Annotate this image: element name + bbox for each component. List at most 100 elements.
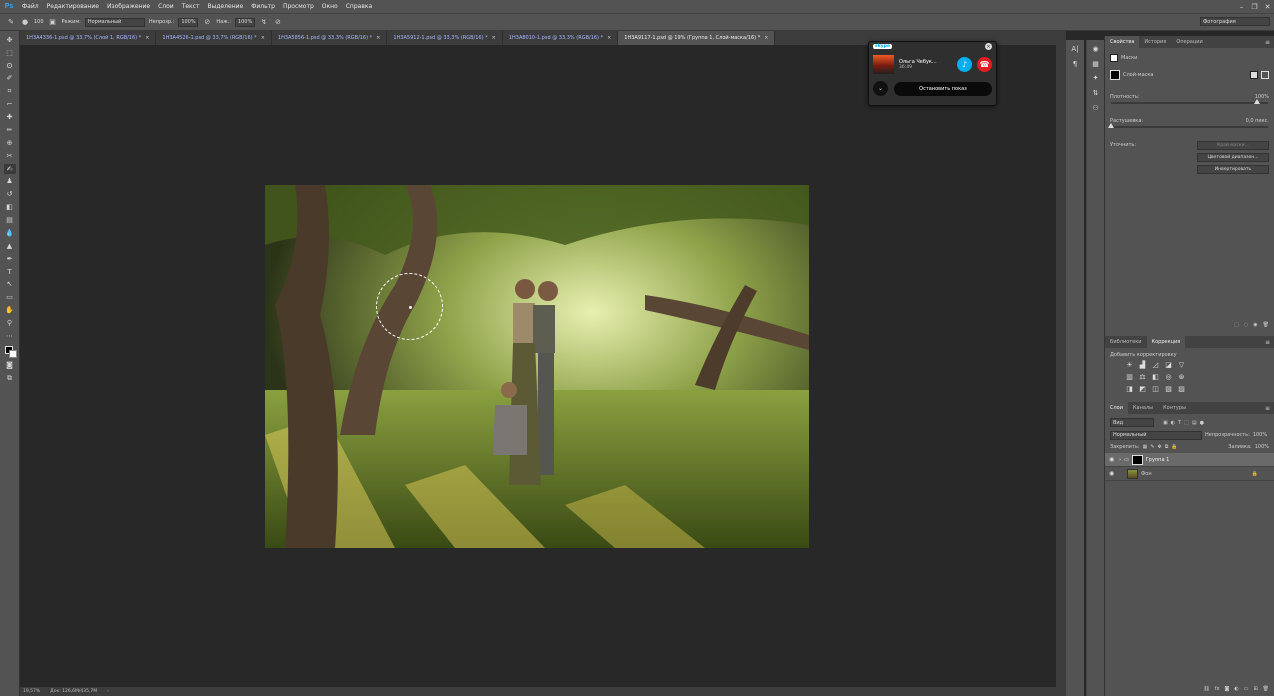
lasso-tool-icon[interactable]: ʘ	[4, 61, 16, 72]
opacity-field[interactable]: 100%	[178, 17, 199, 27]
chevron-down-icon[interactable]: ⌄	[873, 81, 888, 96]
new-adjustment-icon[interactable]: ◐	[1234, 686, 1238, 692]
eyedropper-tool-icon[interactable]: ⌐	[4, 99, 16, 110]
color-balance-icon[interactable]: ⚖	[1138, 372, 1147, 381]
layer-name[interactable]: Фон	[1141, 471, 1152, 477]
tab-layers[interactable]: Слои	[1105, 402, 1128, 414]
brush-preset-icon[interactable]: ✎	[6, 17, 16, 27]
menu-window[interactable]: Окно	[318, 3, 342, 10]
lock-move-icon[interactable]: ✥	[1158, 444, 1162, 450]
tab-document-6[interactable]: 1H3A9117-1.psd @ 19% (Группа 1, Слой-мас…	[618, 31, 776, 45]
visibility-eye-icon[interactable]: ◉	[1109, 470, 1116, 477]
feather-slider[interactable]	[1108, 123, 1268, 128]
gradient-map-icon[interactable]: ▨	[1177, 384, 1186, 393]
invert-adj-icon[interactable]: ◨	[1125, 384, 1134, 393]
microphone-icon[interactable]: ♪	[957, 57, 972, 72]
adjustments-menu-icon[interactable]: ≡	[1261, 336, 1274, 348]
selection-from-mask-icon[interactable]: ⬚	[1234, 322, 1239, 328]
menu-image[interactable]: Изображение	[103, 3, 154, 10]
brush-size-icon[interactable]: ●	[20, 17, 30, 27]
document-image[interactable]	[265, 185, 809, 548]
blur-tool-icon[interactable]: 💧	[4, 228, 16, 239]
zoom-level[interactable]: 19,57%	[23, 689, 40, 694]
toggle-mask-icon[interactable]: ◉	[1253, 322, 1257, 328]
menu-layers[interactable]: Слои	[154, 3, 178, 10]
black-white-icon[interactable]: ◧	[1151, 372, 1160, 381]
zoom-tool-icon[interactable]: ⚲	[4, 318, 16, 329]
layer-row-group[interactable]: ◉ › ▭ Группа 1	[1105, 453, 1274, 467]
tab-history[interactable]: История	[1139, 36, 1171, 48]
filter-smart-icon[interactable]: ▤	[1192, 420, 1197, 426]
marquee-tool-icon[interactable]: ⬚	[4, 48, 16, 59]
layer-name[interactable]: Группа 1	[1146, 457, 1170, 463]
new-layer-icon[interactable]: ⊞	[1253, 686, 1257, 692]
tab-document-2[interactable]: 1H3A4526-1.psd @ 33,7% (RGB/16) * ×	[156, 31, 272, 45]
density-slider-knob[interactable]	[1254, 99, 1260, 104]
menu-help[interactable]: Справка	[342, 3, 376, 10]
tab-channels[interactable]: Каналы	[1128, 402, 1158, 414]
feather-slider-knob[interactable]	[1108, 123, 1114, 128]
pencil-tool-icon[interactable]: ✏	[4, 125, 16, 136]
more-tools-icon[interactable]: ⋯	[4, 331, 16, 342]
end-call-icon[interactable]: ☎	[977, 57, 992, 72]
filter-type-icon[interactable]: T	[1178, 420, 1181, 426]
color-panel-icon[interactable]: ◉	[1090, 44, 1102, 55]
lock-pixels-icon[interactable]: ▦	[1143, 444, 1148, 450]
filter-toggle-icon[interactable]: ●	[1200, 420, 1204, 426]
pressure-opacity-icon[interactable]: ⊘	[202, 17, 212, 27]
tab-close-icon[interactable]: ×	[376, 35, 380, 41]
tab-document-1[interactable]: 1H3A4336-1.psd @ 33,7% (Слой 1, RGB/16) …	[20, 31, 157, 45]
tab-close-icon[interactable]: ×	[145, 35, 149, 41]
filter-adjust-icon[interactable]: ◐	[1171, 420, 1175, 426]
clone-stamp-tool-icon[interactable]: ♟	[4, 177, 16, 188]
channel-mixer-icon[interactable]: ⊛	[1177, 372, 1186, 381]
exposure-icon[interactable]: ◪	[1164, 360, 1173, 369]
density-slider[interactable]	[1111, 99, 1268, 104]
menu-select[interactable]: Выделение	[203, 3, 247, 10]
tab-document-4[interactable]: 1H3A5912-1.psd @ 33,3% (RGB/16) * ×	[387, 31, 503, 45]
paragraph-panel-icon[interactable]: ¶	[1069, 59, 1081, 70]
posterize-icon[interactable]: ◩	[1138, 384, 1147, 393]
pen-tool-icon[interactable]: ✒	[4, 254, 16, 265]
dodge-tool-icon[interactable]: ▲	[4, 241, 16, 252]
layers-menu-icon[interactable]: ≡	[1261, 402, 1274, 414]
fill-value[interactable]: 100%	[1255, 444, 1269, 450]
history-brush-tool-icon[interactable]: ↺	[4, 190, 16, 201]
hand-tool-icon[interactable]: ✋	[4, 305, 16, 316]
brush-panel-icon[interactable]: ▣	[48, 17, 58, 27]
layer-opacity-value[interactable]: 100%	[1253, 432, 1267, 438]
airbrush-icon[interactable]: ↯	[259, 17, 269, 27]
menu-type[interactable]: Текст	[178, 3, 204, 10]
close-icon[interactable]: ×	[985, 43, 992, 50]
close-icon[interactable]: ✕	[1261, 0, 1274, 13]
lock-artboard-icon[interactable]: ⧉	[1165, 444, 1169, 450]
link-layers-icon[interactable]: ⛓	[1203, 686, 1209, 692]
menu-filter[interactable]: Фильтр	[247, 3, 279, 10]
hue-saturation-icon[interactable]: ▥	[1125, 372, 1134, 381]
layer-mask-thumb[interactable]	[1131, 454, 1143, 465]
quick-mask-icon[interactable]: ◙	[4, 360, 16, 371]
shape-tool-icon[interactable]: ▭	[4, 293, 16, 304]
add-mask-icon[interactable]: ◙	[1224, 686, 1229, 692]
apply-mask-icon[interactable]: ◌	[1244, 322, 1248, 328]
tab-close-icon[interactable]: ×	[261, 35, 265, 41]
type-tool-icon[interactable]: T	[4, 267, 16, 278]
tab-close-icon[interactable]: ×	[492, 35, 496, 41]
brightness-icon[interactable]: ☀	[1125, 360, 1134, 369]
color-range-button[interactable]: Цветовой диапазон...	[1197, 153, 1269, 162]
pressure-size-icon[interactable]: ⊘	[273, 17, 283, 27]
blend-mode-select[interactable]: Нормальный	[1110, 430, 1202, 440]
tab-document-5[interactable]: 1H3A8010-1.psd @ 33,3% (RGB/16) * ×	[502, 31, 619, 45]
mask-edge-button[interactable]: Край маски...	[1197, 140, 1269, 150]
color-swatches[interactable]	[3, 344, 17, 358]
visibility-eye-icon[interactable]: ◉	[1109, 456, 1116, 463]
delete-mask-icon[interactable]: 🗑	[1263, 322, 1269, 328]
menu-edit[interactable]: Редактирование	[43, 3, 103, 10]
layer-row-background[interactable]: ◉ Фон 🔒	[1105, 467, 1274, 481]
workspace-select[interactable]: Фотография	[1200, 17, 1270, 26]
tab-document-3[interactable]: 1H3A5856-1.psd @ 33,3% (RGB/16) * ×	[271, 31, 388, 45]
layer-thumb[interactable]	[1127, 468, 1138, 479]
patch-tool-icon[interactable]: ✂	[4, 151, 16, 162]
panel-menu-icon[interactable]: ≡	[1261, 36, 1274, 48]
vector-mask-icon[interactable]	[1261, 71, 1269, 79]
